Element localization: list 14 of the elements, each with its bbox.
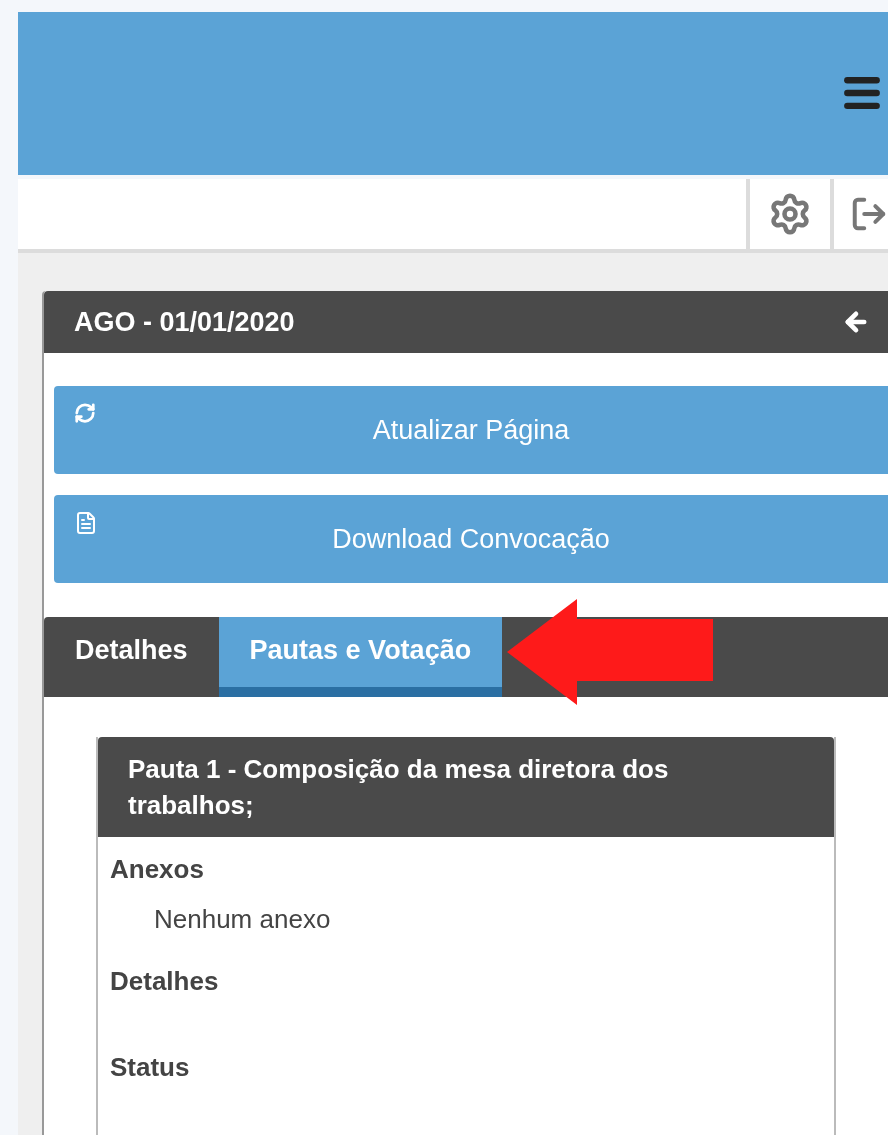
tab[interactable]: Pautas e Votação — [218, 617, 503, 697]
refresh-icon — [74, 402, 96, 424]
action-button[interactable]: Download Convocação — [54, 495, 888, 583]
settings-icon — [768, 191, 812, 236]
meeting-title: AGO - 01/01/2020 — [74, 305, 295, 339]
section-heading: Status — [110, 1051, 191, 1084]
logout-button[interactable] — [830, 178, 888, 249]
agenda-title: Pauta 1 - Composição da mesa diretora dos trabalhos; — [128, 754, 669, 820]
section-text: Nenhum anexo — [153, 903, 332, 936]
section-heading: Anexos — [110, 853, 205, 886]
action-button[interactable]: Atualizar Página — [54, 386, 888, 474]
section-heading: Detalhes — [110, 965, 220, 998]
document-icon — [74, 511, 98, 535]
tab[interactable]: Detalhes — [44, 617, 219, 697]
